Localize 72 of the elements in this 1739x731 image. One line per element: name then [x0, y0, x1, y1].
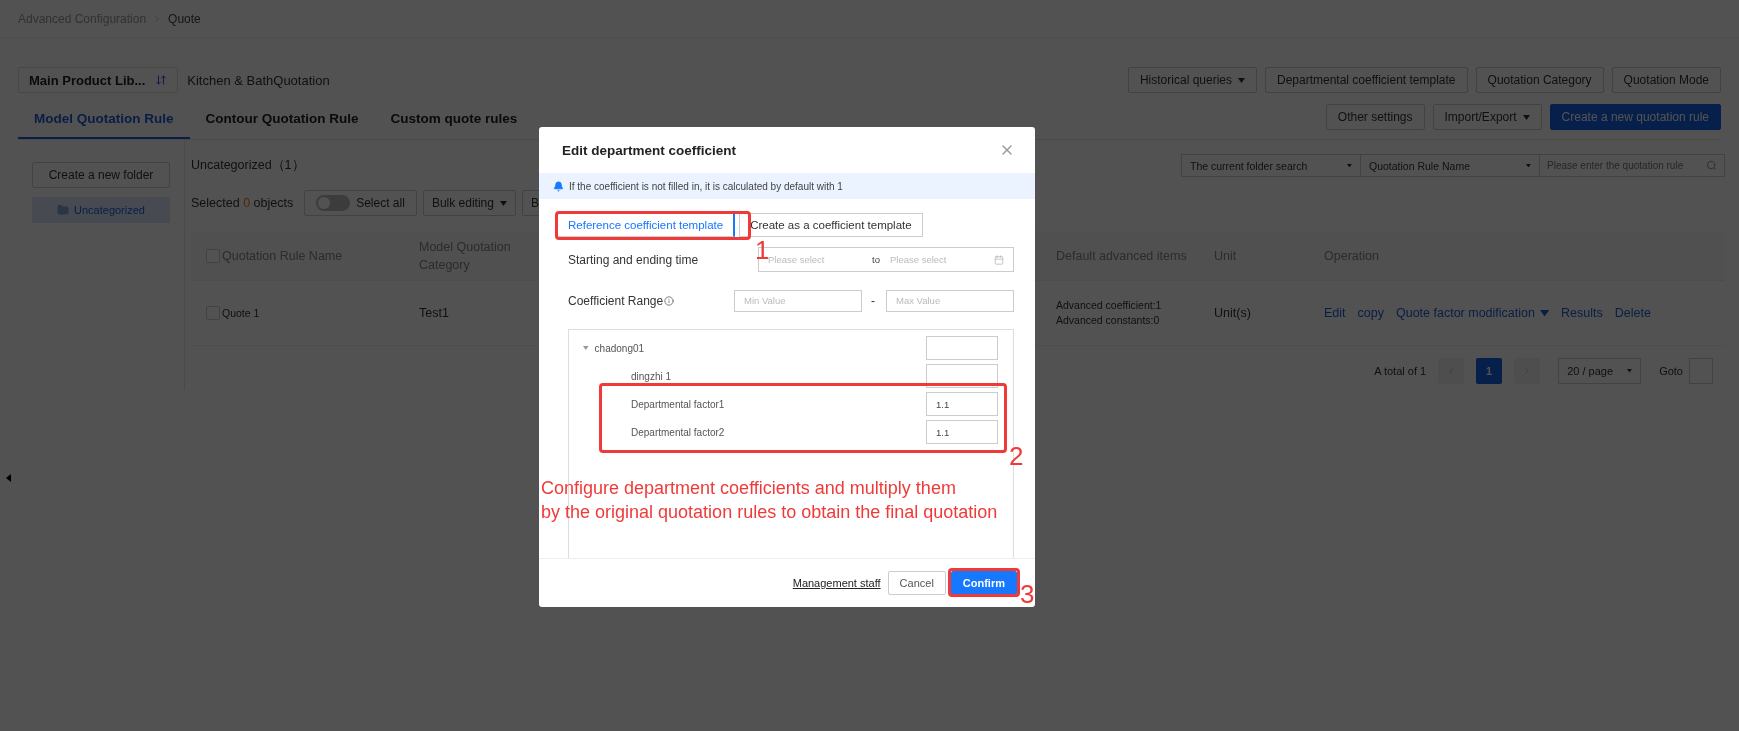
annotation-text: by the original quotation rules to obtain the final quotation — [541, 501, 998, 524]
breadcrumb-link[interactable]: Quote — [168, 11, 201, 26]
coefficient-input[interactable] — [926, 336, 998, 360]
tree-node-label: Departmental factor1 — [631, 398, 725, 410]
library-title: Kitchen & BathQuotation — [187, 72, 330, 88]
collapse-handle-icon[interactable] — [6, 474, 11, 482]
table-cell-text: Test1 — [419, 305, 450, 321]
caret-down-icon — [1526, 163, 1531, 168]
field-select[interactable]: Quotation Rule Name — [1360, 154, 1540, 177]
step-number: 3 — [1020, 581, 1035, 607]
caret-down-icon — [1347, 163, 1352, 168]
header-button[interactable]: Quotation Category — [1475, 67, 1604, 93]
operation-link[interactable]: Quote factor modification — [1395, 306, 1549, 320]
page-button[interactable]: 1 — [1476, 358, 1503, 384]
notice-text: If the coefficient is not filled in, it is calculated by default with 1 — [569, 180, 843, 192]
bell-icon — [553, 180, 564, 192]
tab[interactable]: Custom quote rules — [374, 99, 534, 139]
tree-node-label: Departmental factor2 — [631, 426, 725, 438]
table-cell-text: Advanced coefficient:1 — [1056, 298, 1163, 313]
step-number: 2 — [1009, 443, 1024, 469]
header-button[interactable]: Departmental coefficient template — [1265, 67, 1468, 93]
tree-node-label: dingzhi 1 — [631, 370, 672, 382]
confirm-button[interactable]: Confirm — [950, 571, 1017, 595]
min-value-input[interactable]: Min Value — [734, 289, 862, 312]
folder-item[interactable]: Uncategorized — [32, 197, 170, 223]
mode-tab[interactable]: Create as a coefficient template — [739, 213, 923, 237]
annotation-text: Configure department coefficients and multiply them — [541, 477, 957, 500]
library-select[interactable]: Main Product Lib... — [18, 67, 179, 93]
header-button[interactable]: Quotation Mode — [1611, 67, 1721, 93]
goto-label: Goto — [1659, 365, 1683, 377]
highlight-frame — [948, 568, 1020, 597]
management-staff-link[interactable]: Management staff — [792, 577, 881, 589]
selection-count: Selected 0 objects — [191, 196, 294, 210]
create-rule-button[interactable]: Create a new quotation rule — [1549, 104, 1721, 130]
info-icon — [664, 295, 675, 306]
operation-link[interactable]: Delete — [1614, 306, 1651, 320]
dialog-title: Edit department coefficient — [562, 142, 737, 158]
tab[interactable]: Contour Quotation Rule — [189, 99, 375, 139]
table-cell: Quote 1 — [222, 305, 260, 321]
cancel-button[interactable]: Cancel — [887, 571, 946, 595]
select-all-toggle[interactable]: Select all — [304, 190, 417, 216]
new-folder-button[interactable]: Create a new folder — [32, 162, 170, 188]
toolbar-button[interactable]: Bulk editing — [422, 190, 516, 216]
tree-node-label: chadong01 — [594, 342, 645, 354]
range-dash: - — [871, 293, 876, 308]
operation-link[interactable]: copy — [1357, 306, 1384, 320]
field-label: Coefficient Range — [568, 293, 664, 308]
tab[interactable]: Model Quotation Rule — [18, 99, 190, 139]
total-count: A total of 1 — [1374, 365, 1427, 377]
coefficient-input[interactable]: 1.1 — [926, 392, 998, 416]
scope-select[interactable]: The current folder search — [1181, 154, 1361, 177]
dropdown-button[interactable]: Import/Export — [1432, 104, 1542, 130]
folder-label: Uncategorized — [74, 204, 145, 216]
calendar-icon — [994, 254, 1004, 265]
caret-down-icon — [1627, 369, 1633, 373]
coefficient-input[interactable]: 1.1 — [926, 420, 998, 444]
page-size-select[interactable]: 20 / page — [1558, 358, 1642, 384]
folder-icon — [57, 204, 70, 216]
folder-title: Uncategorized（1） — [191, 157, 305, 174]
coefficient-input[interactable] — [926, 364, 998, 388]
field-label: Starting and ending time — [568, 252, 699, 267]
action-button[interactable]: Other settings — [1325, 104, 1425, 130]
table-cell-text: Unit(s) — [1214, 305, 1252, 321]
operation-link[interactable]: Edit — [1324, 306, 1346, 320]
search-icon — [1706, 160, 1717, 171]
mode-tab[interactable]: Reference coefficient template — [557, 213, 736, 237]
operation-link[interactable]: Results — [1561, 306, 1603, 320]
table-cell-text: Advanced constants:0 — [1056, 313, 1161, 328]
max-value-input[interactable]: Max Value — [886, 289, 1014, 312]
swap-icon — [155, 74, 168, 86]
caret-down-icon — [1522, 114, 1530, 120]
header-button[interactable]: Historical queries — [1127, 67, 1257, 93]
